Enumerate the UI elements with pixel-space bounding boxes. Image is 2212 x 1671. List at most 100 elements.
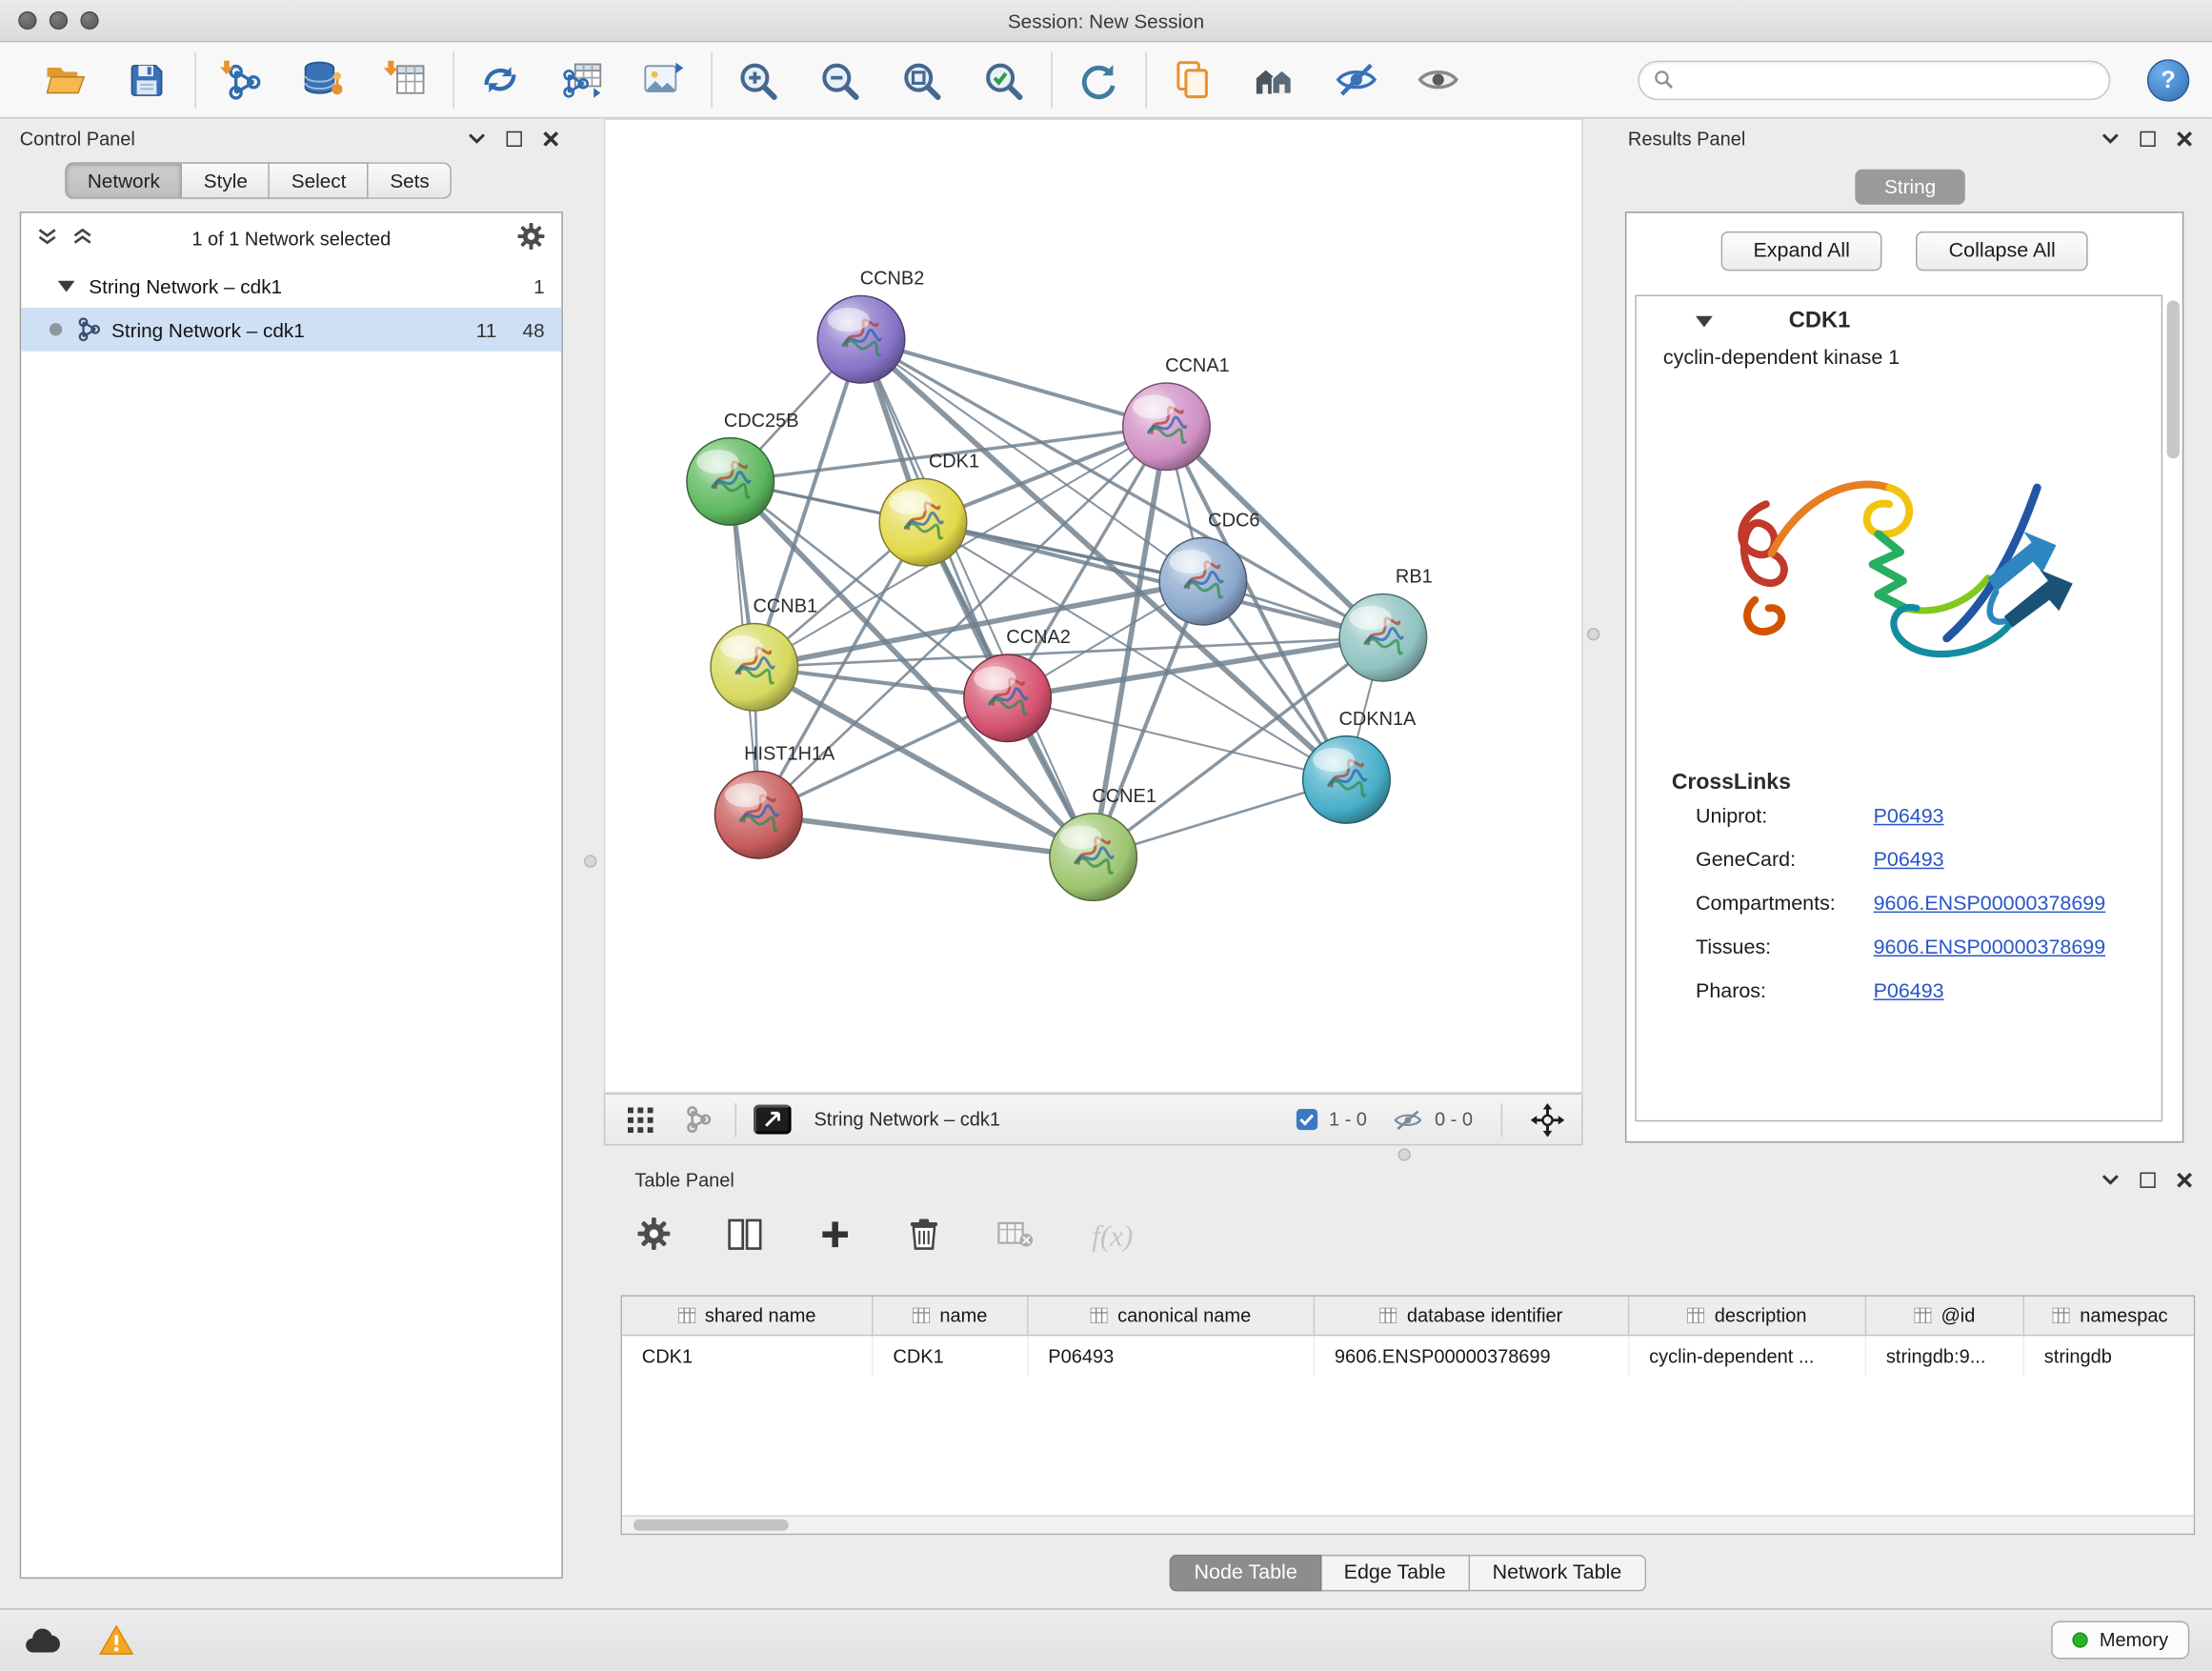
expand-all-networks-button[interactable]	[73, 228, 91, 249]
graphics-details-button[interactable]	[754, 1105, 792, 1135]
network-node[interactable]	[687, 438, 774, 526]
network-node[interactable]	[1123, 383, 1211, 471]
results-scrollbar[interactable]	[2167, 300, 2180, 458]
tab-select[interactable]: Select	[271, 162, 370, 199]
network-graph[interactable]: CCNB2CCNA1CDC25BCDK1CDC6RB1CCNB1CCNA2CDK…	[605, 120, 1581, 1092]
network-node[interactable]	[1050, 814, 1137, 901]
scrollbar-thumb[interactable]	[633, 1520, 789, 1531]
create-column-button[interactable]	[819, 1218, 851, 1254]
hide-selected-button[interactable]	[1330, 51, 1380, 108]
column-header[interactable]: canonical name	[1029, 1297, 1316, 1335]
gene-section-header[interactable]: CDK1	[1637, 296, 2162, 347]
network-node[interactable]	[1303, 736, 1391, 824]
splitter-handle[interactable]	[1587, 628, 1599, 640]
network-node[interactable]	[879, 478, 967, 566]
column-header[interactable]: description	[1629, 1297, 1866, 1335]
grid-view-button[interactable]	[622, 1101, 659, 1138]
tab-network[interactable]: Network	[65, 162, 182, 199]
crosslink-uniprot-link[interactable]: P06493	[1874, 795, 1944, 839]
import-network-file-button[interactable]	[216, 51, 267, 108]
panel-close-icon[interactable]	[2177, 131, 2192, 146]
tab-sets[interactable]: Sets	[369, 162, 452, 199]
node-table[interactable]: shared name name canonical name database…	[621, 1295, 2196, 1535]
panel-collapse-icon[interactable]	[469, 132, 486, 144]
panel-float-icon[interactable]	[507, 131, 522, 146]
hidden-eye-slash-icon[interactable]	[1393, 1108, 1424, 1131]
network-collection-row[interactable]: String Network – cdk1 1	[21, 264, 561, 308]
home-networks-button[interactable]	[1249, 51, 1299, 108]
tab-style[interactable]: Style	[183, 162, 271, 199]
network-node[interactable]	[817, 295, 905, 383]
open-session-button[interactable]	[39, 51, 90, 108]
expand-all-button[interactable]: Expand All	[1720, 232, 1882, 271]
tab-node-table[interactable]: Node Table	[1170, 1555, 1321, 1592]
minimize-window-button[interactable]	[50, 11, 68, 30]
table-options-button[interactable]	[637, 1218, 670, 1255]
import-table-file-button[interactable]	[379, 51, 430, 108]
show-all-button[interactable]	[1412, 51, 1462, 108]
column-header[interactable]: database identifier	[1315, 1297, 1629, 1335]
section-expander-icon[interactable]	[1696, 316, 1713, 328]
export-image-button[interactable]	[637, 51, 688, 108]
selected-checkbox-icon[interactable]	[1297, 1109, 1317, 1130]
close-window-button[interactable]	[18, 11, 36, 30]
save-session-button[interactable]	[121, 51, 171, 108]
memory-button[interactable]: Memory	[2052, 1621, 2190, 1660]
crosslink-pharos-link[interactable]: P06493	[1874, 971, 1944, 1015]
title-bar[interactable]: Session: New Session	[0, 0, 2212, 42]
network-view-button[interactable]	[678, 1101, 715, 1138]
warning-status-button[interactable]	[99, 1623, 134, 1656]
function-builder-button[interactable]: f(x)	[1092, 1218, 1133, 1254]
zoom-in-button[interactable]	[733, 51, 783, 108]
zoom-window-button[interactable]	[80, 11, 98, 30]
zoom-fit-button[interactable]	[895, 51, 946, 108]
panel-float-icon[interactable]	[2140, 131, 2155, 146]
table-horizontal-scrollbar[interactable]	[622, 1515, 2194, 1533]
network-node[interactable]	[1159, 537, 1247, 625]
search-box[interactable]	[1638, 60, 2110, 99]
collapse-all-networks-button[interactable]	[38, 228, 56, 249]
panel-collapse-icon[interactable]	[2101, 132, 2119, 144]
tab-network-table[interactable]: Network Table	[1470, 1555, 1646, 1592]
panel-float-icon[interactable]	[2140, 1172, 2155, 1187]
collapse-all-button[interactable]: Collapse All	[1917, 232, 2088, 271]
network-edge[interactable]	[754, 339, 861, 667]
copy-button[interactable]	[1167, 51, 1217, 108]
network-options-button[interactable]	[517, 223, 544, 254]
column-header[interactable]: @id	[1866, 1297, 2024, 1335]
delete-table-button[interactable]	[997, 1219, 1035, 1252]
splitter-handle[interactable]	[584, 855, 596, 867]
crosslink-tissues-link[interactable]: 9606.ENSP00000378699	[1874, 927, 2106, 971]
string-tab-badge[interactable]: String	[1855, 170, 1965, 205]
table-row[interactable]: CDK1 CDK1 P06493 9606.ENSP00000378699 cy…	[622, 1336, 2194, 1375]
tab-edge-table[interactable]: Edge Table	[1321, 1555, 1470, 1592]
delete-column-button[interactable]	[909, 1217, 940, 1255]
cloud-status-button[interactable]	[23, 1625, 62, 1655]
crosslink-genecard-link[interactable]: P06493	[1874, 839, 1944, 883]
expander-triangle-icon[interactable]	[58, 280, 75, 292]
zoom-selected-button[interactable]	[977, 51, 1028, 108]
panel-collapse-icon[interactable]	[2101, 1174, 2119, 1185]
zoom-out-button[interactable]	[814, 51, 864, 108]
column-header[interactable]: name	[874, 1297, 1029, 1335]
panel-close-icon[interactable]	[543, 131, 558, 146]
help-button[interactable]: ?	[2147, 58, 2189, 100]
network-node[interactable]	[711, 623, 798, 711]
panel-close-icon[interactable]	[2177, 1172, 2192, 1187]
network-node[interactable]	[714, 772, 802, 859]
show-columns-button[interactable]	[728, 1218, 762, 1254]
network-edge[interactable]	[754, 581, 1203, 667]
network-canvas[interactable]: CCNB2CCNA1CDC25BCDK1CDC6RB1CCNB1CCNA2CDK…	[604, 118, 1583, 1093]
network-and-table-button[interactable]	[555, 51, 606, 108]
crosslink-compartments-link[interactable]: 9606.ENSP00000378699	[1874, 883, 2106, 927]
network-edge[interactable]	[758, 815, 1093, 856]
network-from-selection-button[interactable]	[474, 51, 525, 108]
refresh-button[interactable]	[1072, 51, 1122, 108]
search-input[interactable]	[1683, 70, 2095, 91]
pan-move-icon[interactable]	[1531, 1102, 1565, 1137]
network-edge[interactable]	[861, 339, 1094, 856]
network-row[interactable]: String Network – cdk1 11 48	[21, 308, 561, 352]
network-node[interactable]	[964, 654, 1052, 742]
network-node[interactable]	[1339, 594, 1427, 681]
column-header[interactable]: shared name	[622, 1297, 874, 1335]
